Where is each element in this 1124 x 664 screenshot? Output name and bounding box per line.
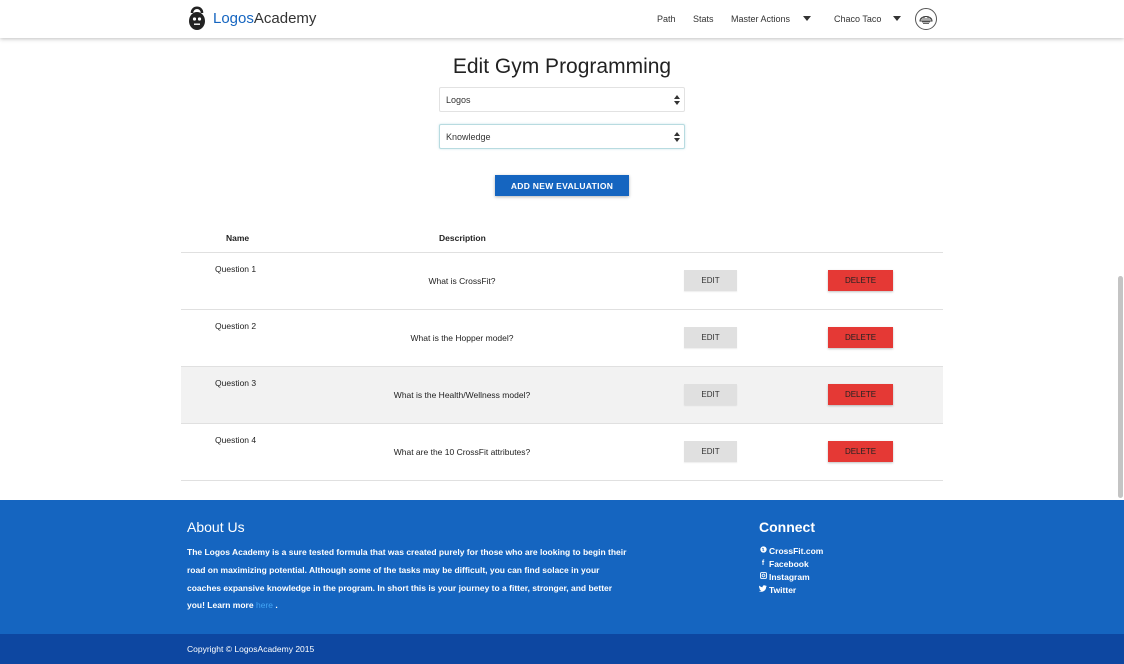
delete-button[interactable]: DELETE bbox=[828, 270, 893, 291]
nav-path-link[interactable]: Path bbox=[657, 0, 676, 38]
taco-avatar-icon bbox=[919, 16, 933, 24]
table-header: Name Description bbox=[181, 224, 943, 253]
category-select[interactable]: Knowledge bbox=[439, 124, 685, 149]
question-name: Question 2 bbox=[215, 321, 257, 331]
copyright-text: Copyright © LogosAcademy 2015 bbox=[187, 644, 315, 654]
kettlebell-logo-icon bbox=[187, 4, 207, 32]
add-new-evaluation-button[interactable]: ADD NEW EVALUATION bbox=[495, 175, 629, 196]
table-row: Question 4 What are the 10 CrossFit attr… bbox=[181, 424, 943, 481]
page-footer: About Us The Logos Academy is a sure tes… bbox=[0, 500, 1124, 664]
edit-button[interactable]: EDIT bbox=[684, 441, 737, 462]
question-name: Question 1 bbox=[215, 264, 257, 274]
evaluations-table: Name Description Question 1 What is Cros… bbox=[181, 224, 943, 481]
about-us-heading: About Us bbox=[187, 519, 245, 535]
question-description: What is CrossFit? bbox=[428, 276, 496, 286]
facebook-icon: f bbox=[761, 560, 765, 567]
delete-button[interactable]: DELETE bbox=[828, 384, 893, 405]
question-description: What is the Hopper model? bbox=[410, 333, 514, 343]
nav-user-menu[interactable]: Chaco Taco bbox=[834, 0, 881, 38]
globe-icon bbox=[759, 546, 767, 555]
about-us-text: The Logos Academy is a sure tested formu… bbox=[187, 547, 627, 611]
gym-select-value: Logos bbox=[446, 94, 471, 105]
user-dropdown-icon[interactable] bbox=[893, 16, 901, 21]
nav-master-actions-link[interactable]: Master Actions bbox=[731, 0, 790, 38]
select-arrows-icon bbox=[674, 132, 680, 142]
question-name: Question 3 bbox=[215, 378, 257, 388]
page-scrollbar[interactable] bbox=[1118, 276, 1123, 498]
question-name: Question 4 bbox=[215, 435, 257, 445]
select-arrows-icon bbox=[674, 95, 680, 105]
crossfit-link[interactable]: CrossFit.com bbox=[759, 544, 823, 557]
gym-select[interactable]: Logos bbox=[439, 87, 685, 112]
delete-button[interactable]: DELETE bbox=[828, 441, 893, 462]
brand-logo[interactable]: LogosAcademy bbox=[187, 4, 316, 32]
table-row: Question 2 What is the Hopper model? EDI… bbox=[181, 310, 943, 367]
page-title: Edit Gym Programming bbox=[452, 55, 672, 78]
instagram-icon bbox=[759, 572, 767, 581]
learn-more-link[interactable]: here bbox=[256, 600, 273, 610]
column-header-name: Name bbox=[226, 233, 250, 243]
table-row: Question 1 What is CrossFit? EDIT DELETE bbox=[181, 253, 943, 310]
nav-stats-link[interactable]: Stats bbox=[693, 0, 714, 38]
twitter-icon bbox=[758, 585, 767, 594]
connect-heading: Connect bbox=[759, 519, 815, 535]
edit-button[interactable]: EDIT bbox=[684, 327, 737, 348]
table-row: Question 3 What is the Health/Wellness m… bbox=[181, 367, 943, 424]
footer-bottom-bar: Copyright © LogosAcademy 2015 bbox=[0, 634, 1124, 664]
twitter-link[interactable]: Twitter bbox=[758, 583, 823, 596]
edit-button[interactable]: EDIT bbox=[684, 384, 737, 405]
delete-button[interactable]: DELETE bbox=[828, 327, 893, 348]
category-select-value: Knowledge bbox=[446, 131, 491, 142]
master-actions-dropdown-icon[interactable] bbox=[803, 16, 811, 21]
connect-links: CrossFit.com f Facebook Instagram Twitte… bbox=[758, 544, 823, 596]
question-description: What are the 10 CrossFit attributes? bbox=[393, 447, 531, 457]
edit-button[interactable]: EDIT bbox=[684, 270, 737, 291]
question-description: What is the Health/Wellness model? bbox=[393, 390, 531, 400]
brand-name: LogosAcademy bbox=[213, 9, 317, 27]
top-navbar: LogosAcademy Path Stats Master Actions C… bbox=[0, 0, 1124, 38]
column-header-description: Description bbox=[439, 233, 486, 243]
avatar[interactable] bbox=[915, 8, 937, 30]
facebook-link[interactable]: f Facebook bbox=[759, 557, 823, 570]
instagram-link[interactable]: Instagram bbox=[759, 570, 823, 583]
